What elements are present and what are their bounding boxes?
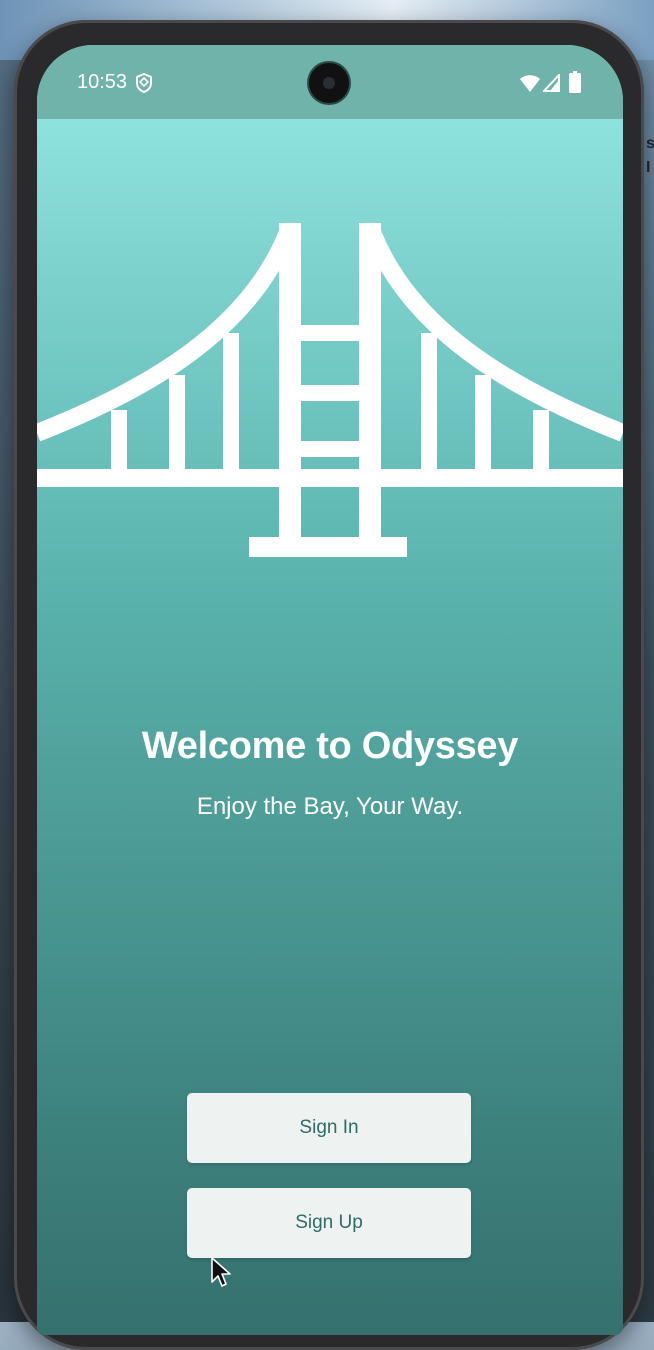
signal-icon: [543, 74, 560, 92]
bridge-icon: [37, 223, 623, 557]
mouse-cursor-icon: [211, 1257, 231, 1287]
wifi-icon: [520, 75, 540, 92]
tagline: Enjoy the Bay, Your Way.: [196, 793, 464, 820]
status-time: 10:53: [77, 71, 128, 93]
sign-in-button[interactable]: Sign In: [187, 1093, 471, 1163]
welcome-title: Welcome to Odyssey: [141, 725, 519, 767]
app-screen: 10:53 Welcome to Odyssey Enjoy the Bay, …: [37, 45, 623, 1335]
background-edge-text: s I: [646, 135, 654, 176]
battery-icon: [569, 71, 581, 93]
phone-frame: 10:53 Welcome to Odyssey Enjoy the Bay, …: [14, 20, 644, 1350]
sign-up-button[interactable]: Sign Up: [187, 1188, 471, 1258]
status-bar: 10:53: [37, 45, 623, 119]
shield-icon: [136, 73, 152, 93]
front-camera: [309, 63, 349, 103]
